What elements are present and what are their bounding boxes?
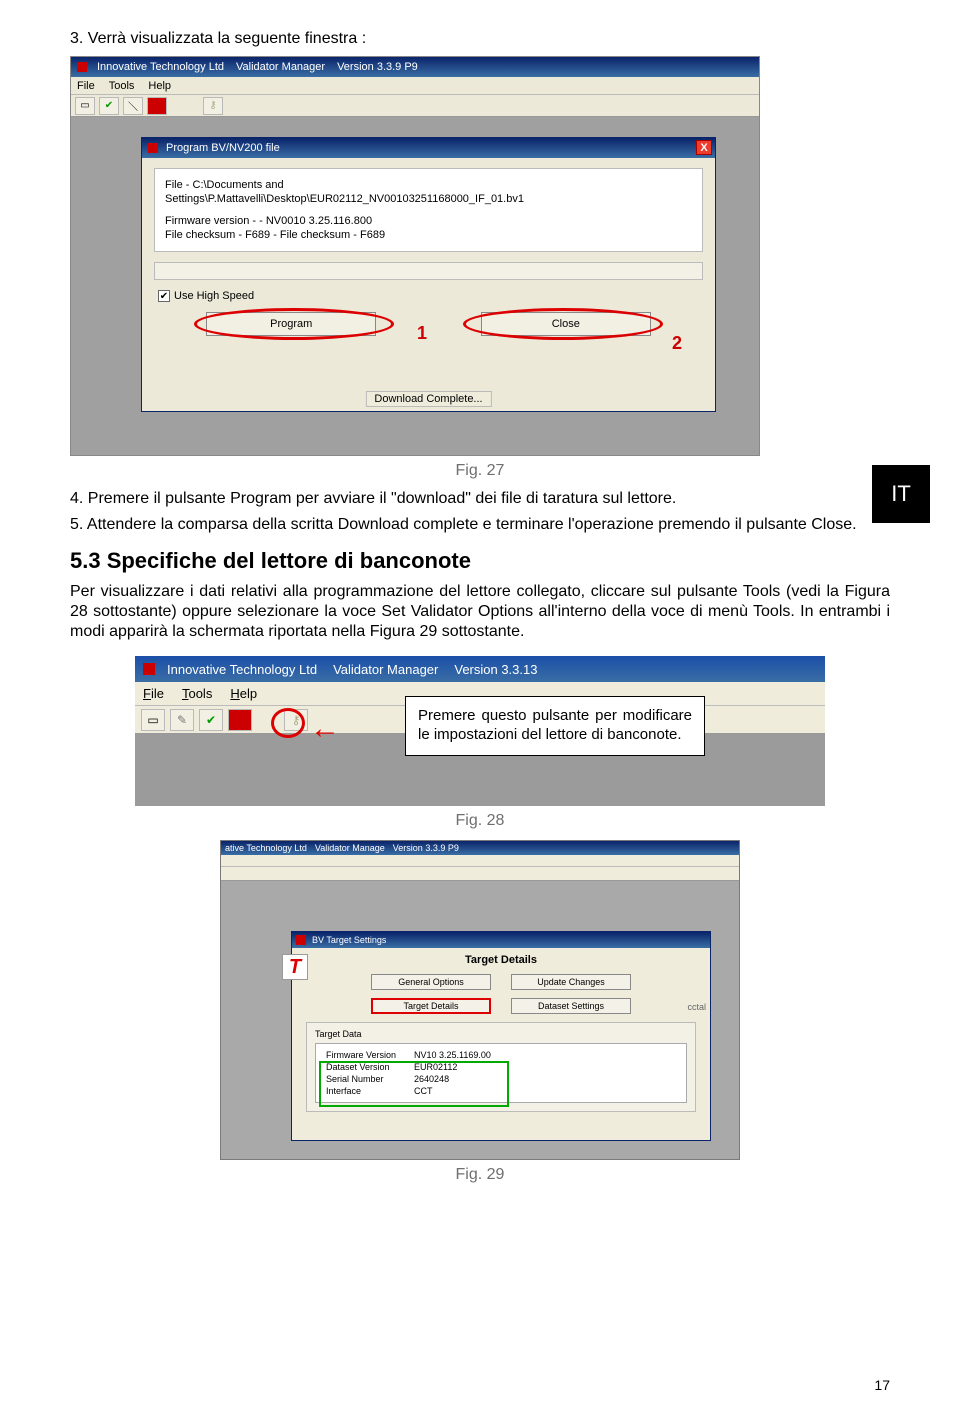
row-fw-val: NV10 3.25.1169.00 xyxy=(414,1050,507,1060)
fig27-toolbar: ▭ ✔ ＼ ⚷ xyxy=(71,95,759,117)
fig29-titlebar: ative Technology Ltd Validator Manage Ve… xyxy=(221,841,739,855)
fig27-title-app: Validator Manager xyxy=(236,61,325,73)
checksum-line: File checksum - F689 - File checksum - F… xyxy=(165,229,692,241)
step-4-program-word: Program xyxy=(230,490,291,507)
toolbar-btn-3[interactable]: ＼ xyxy=(123,97,143,115)
use-high-speed-checkbox[interactable]: ✔ xyxy=(158,290,170,302)
target-data-group-title: Target Data xyxy=(315,1029,687,1039)
fig27-title-version: Version 3.3.9 P9 xyxy=(337,61,418,73)
menu-tools[interactable]: Tools xyxy=(109,80,135,92)
figure-28-caption: Fig. 28 xyxy=(70,812,890,830)
fig27-menubar: File Tools Help xyxy=(71,77,759,95)
red-circle-2 xyxy=(463,308,663,340)
fig29-title-app: Validator Manage xyxy=(315,843,385,853)
fig27-inner-titlebar: Program BV/NV200 file X xyxy=(142,138,715,158)
fig29-toolbar xyxy=(221,867,739,881)
figure-28-screenshot: Innovative Technology Ltd Validator Mana… xyxy=(135,656,825,806)
fig29-target-titlebar: BV Target Settings xyxy=(292,932,710,948)
fig28-menu-help[interactable]: Help xyxy=(230,686,257,701)
toolbar-btn-1[interactable]: ▭ xyxy=(75,97,95,115)
tab-target-details[interactable]: Target Details xyxy=(371,998,491,1014)
section-5-3-heading: 5.3 Specifiche del lettore di banconote xyxy=(70,548,890,574)
fig27-title-company: Innovative Technology Ltd xyxy=(97,61,224,73)
fig28-title-version: Version 3.3.13 xyxy=(454,662,537,677)
fig27-inner-title: Program BV/NV200 file xyxy=(166,142,280,154)
file-line-1: File - C:\Documents and xyxy=(165,179,692,191)
language-badge: IT xyxy=(872,465,930,523)
fig28-callout: Premere questo pulsante per modificare l… xyxy=(405,696,705,756)
step-4: 4. Premere il pulsante Program per avvia… xyxy=(70,490,890,508)
fig29-dialog-icon xyxy=(296,935,306,945)
step-4-pre: 4. Premere il pulsante xyxy=(70,490,230,507)
figure-27-screenshot: Innovative Technology Ltd Validator Mana… xyxy=(70,56,760,456)
section-5-3-paragraph: Per visualizzare i dati relativi alla pr… xyxy=(70,582,890,642)
fig29-green-annotation-box xyxy=(319,1061,509,1107)
tab-cctalk-cutoff: cctal xyxy=(687,1002,706,1012)
fig28-menu-tools[interactable]: Tools xyxy=(182,686,212,701)
red-circle-1 xyxy=(194,308,394,340)
fig27-inner-dialog: Program BV/NV200 file X File - C:\Docume… xyxy=(141,137,716,412)
toolbar-btn-4[interactable] xyxy=(147,97,167,115)
download-complete-label: Download Complete... xyxy=(365,391,491,407)
menu-file[interactable]: File xyxy=(77,80,95,92)
fig28-toolbtn-2-brush-icon[interactable]: ✎ xyxy=(170,709,194,731)
figure-29-screenshot: ative Technology Ltd Validator Manage Ve… xyxy=(220,840,740,1160)
fig28-menu-file[interactable]: File xyxy=(143,686,164,701)
file-info-group: File - C:\Documents and Settings\P.Matta… xyxy=(154,168,703,252)
use-high-speed-row: ✔ Use High Speed xyxy=(158,290,699,302)
fig29-tabrow-1: General Options Update Changes xyxy=(292,974,710,990)
step-5: 5. Attendere la comparsa della scritta D… xyxy=(92,516,890,534)
fig28-app-icon xyxy=(143,663,155,675)
fig28-red-circle xyxy=(271,708,305,738)
row-fw-key: Firmware Version xyxy=(326,1050,412,1060)
annotation-number-2: 2 xyxy=(672,333,682,354)
figure-27-caption: Fig. 27 xyxy=(70,462,890,480)
step-3: 3. Verrà visualizzata la seguente finest… xyxy=(70,30,890,48)
empty-group xyxy=(154,262,703,280)
fig29-target-title: BV Target Settings xyxy=(312,935,386,945)
fig29-title-version: Version 3.3.9 P9 xyxy=(393,843,459,853)
dialog-icon xyxy=(148,143,158,153)
fig29-tabrow-2: Target Details Dataset Settings xyxy=(292,998,710,1014)
firmware-line: Firmware version - - NV0010 3.25.116.800 xyxy=(165,215,692,227)
step-4-post: per avviare il "download" dei file di ta… xyxy=(291,490,676,507)
use-high-speed-label: Use High Speed xyxy=(174,290,254,302)
button-row: Program Close xyxy=(154,312,703,336)
menu-help[interactable]: Help xyxy=(148,80,171,92)
tab-dataset-settings[interactable]: Dataset Settings xyxy=(511,998,631,1014)
fig28-titlebar: Innovative Technology Ltd Validator Mana… xyxy=(135,656,825,682)
fig28-title-company: Innovative Technology Ltd xyxy=(167,662,317,677)
close-icon[interactable]: X xyxy=(696,140,712,155)
fig29-title-company: ative Technology Ltd xyxy=(225,843,307,853)
tab-update-changes[interactable]: Update Changes xyxy=(511,974,631,990)
toolbar-btn-2[interactable]: ✔ xyxy=(99,97,119,115)
fig28-toolbtn-3-check-icon[interactable]: ✔ xyxy=(199,709,223,731)
fig28-toolbtn-1[interactable]: ▭ xyxy=(141,709,165,731)
red-t-logo-icon: T xyxy=(282,954,308,980)
fig29-target-window: BV Target Settings T Target Details Gene… xyxy=(291,931,711,1141)
tab-general-options[interactable]: General Options xyxy=(371,974,491,990)
file-line-2: Settings\P.Mattavelli\Desktop\EUR02112_N… xyxy=(165,193,692,205)
annotation-number-1: 1 xyxy=(417,323,427,344)
fig29-menubar xyxy=(221,855,739,867)
fig27-titlebar: Innovative Technology Ltd Validator Mana… xyxy=(71,57,759,77)
fig28-toolbtn-4-tools-icon[interactable] xyxy=(228,709,252,731)
fig28-red-arrow-icon: ← xyxy=(310,712,340,746)
figure-29-caption: Fig. 29 xyxy=(70,1166,890,1184)
page-number: 17 xyxy=(874,1377,890,1393)
fig28-title-app: Validator Manager xyxy=(333,662,438,677)
app-icon xyxy=(77,62,87,72)
toolbar-btn-5-key-icon[interactable]: ⚷ xyxy=(203,97,223,115)
fig29-heading: Target Details xyxy=(292,954,710,966)
